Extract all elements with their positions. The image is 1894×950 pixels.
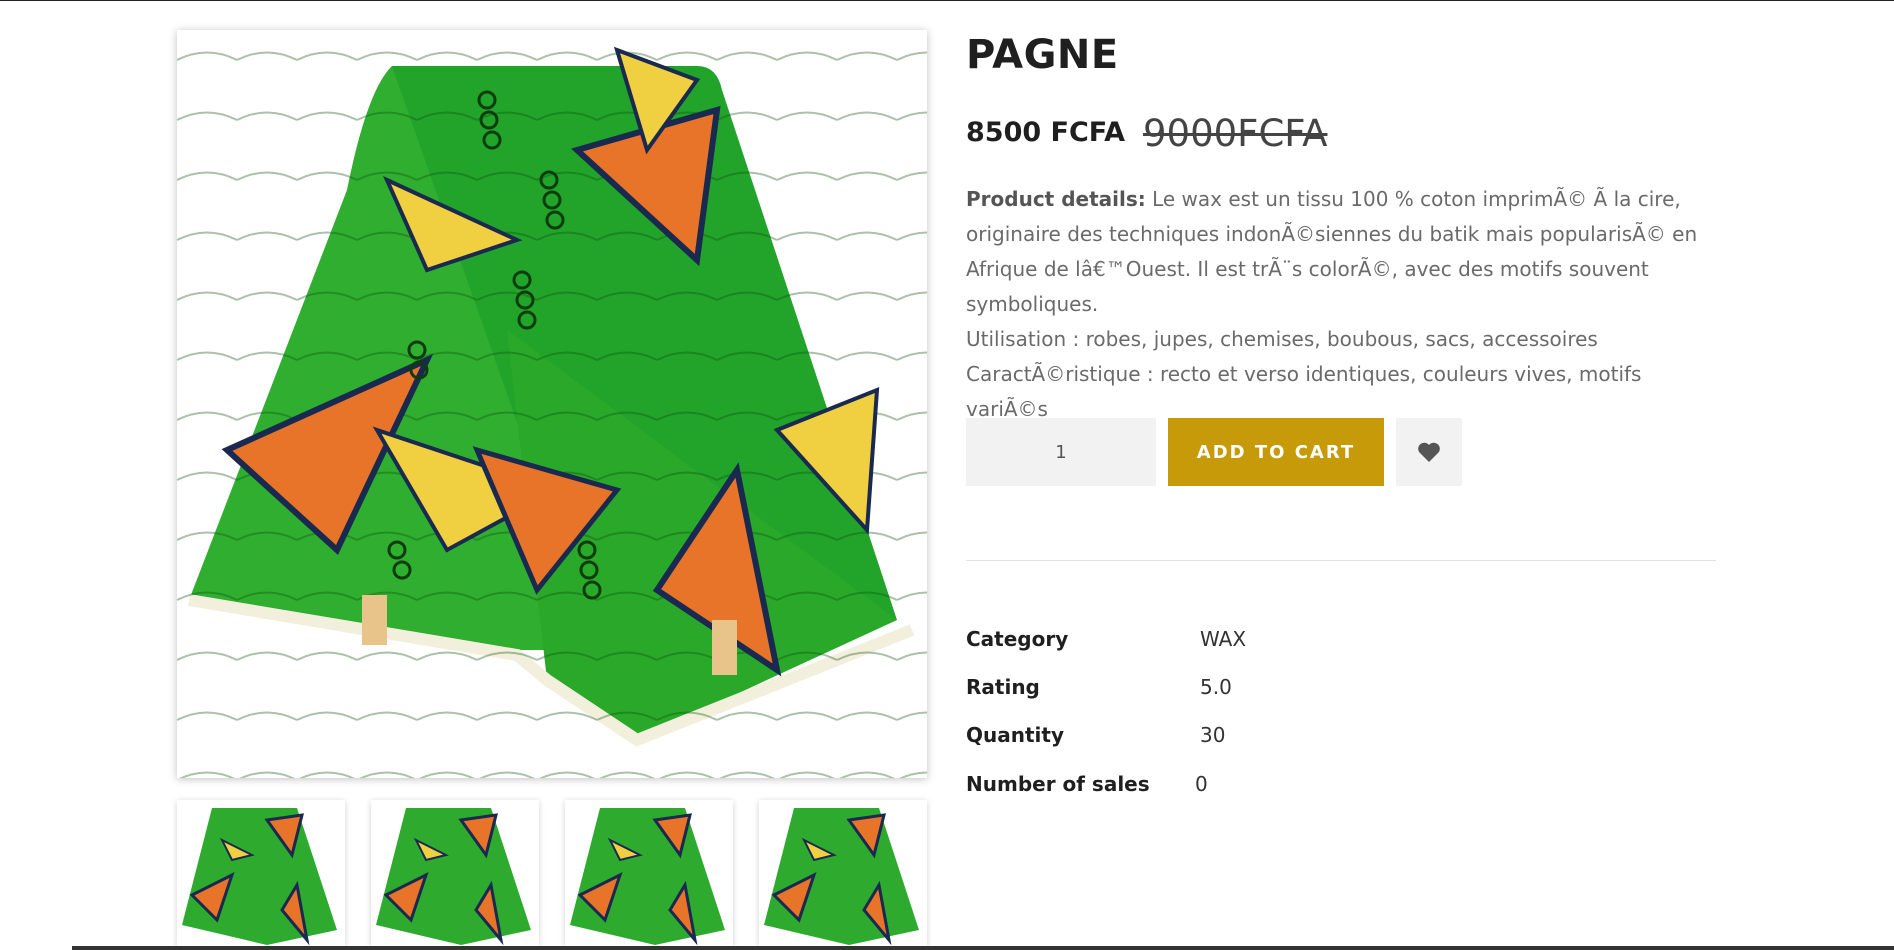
spec-label: Quantity [966, 723, 1064, 747]
spec-value: 0 [1195, 772, 1208, 796]
spec-value: 30 [1200, 723, 1226, 747]
thumbnail-3[interactable] [565, 800, 733, 946]
wax-fabric-image [177, 30, 927, 778]
product-description: Product details: Le wax est un tissu 100… [966, 182, 1718, 427]
heart-icon [1418, 442, 1440, 462]
wax-fabric-thumbnail [376, 808, 531, 946]
spec-value: WAX [1200, 627, 1247, 651]
quantity-input[interactable] [966, 418, 1156, 486]
thumbnail-strip [177, 800, 927, 946]
bottom-border [72, 946, 1894, 950]
product-title: PAGNE [966, 32, 1119, 78]
details-label: Product details: [966, 187, 1146, 211]
spec-label: Rating [966, 675, 1040, 699]
spec-value: 5.0 [1200, 675, 1232, 699]
section-divider [966, 560, 1716, 561]
product-details-paragraph: Product details: Le wax est un tissu 100… [966, 182, 1718, 322]
spec-label: Category [966, 627, 1069, 651]
thumbnail-1[interactable] [177, 800, 345, 946]
wax-fabric-thumbnail [570, 808, 725, 946]
add-to-cart-button[interactable]: ADD TO CART [1168, 418, 1384, 486]
current-price: 8500 FCFA [966, 117, 1126, 148]
product-main-image[interactable] [177, 30, 927, 778]
usage-text: Utilisation : robes, jupes, chemises, bo… [966, 327, 1598, 351]
feature-text: CaractÃ©ristique : recto et verso identi… [966, 362, 1642, 421]
wax-fabric-thumbnail [764, 808, 919, 946]
wishlist-button[interactable] [1396, 418, 1462, 486]
old-price: 9000FCFA [1143, 112, 1328, 155]
top-border [0, 0, 1894, 1]
thumbnail-4[interactable] [759, 800, 927, 946]
spec-label: Number of sales [966, 772, 1150, 796]
wax-fabric-thumbnail [182, 808, 337, 946]
thumbnail-2[interactable] [371, 800, 539, 946]
